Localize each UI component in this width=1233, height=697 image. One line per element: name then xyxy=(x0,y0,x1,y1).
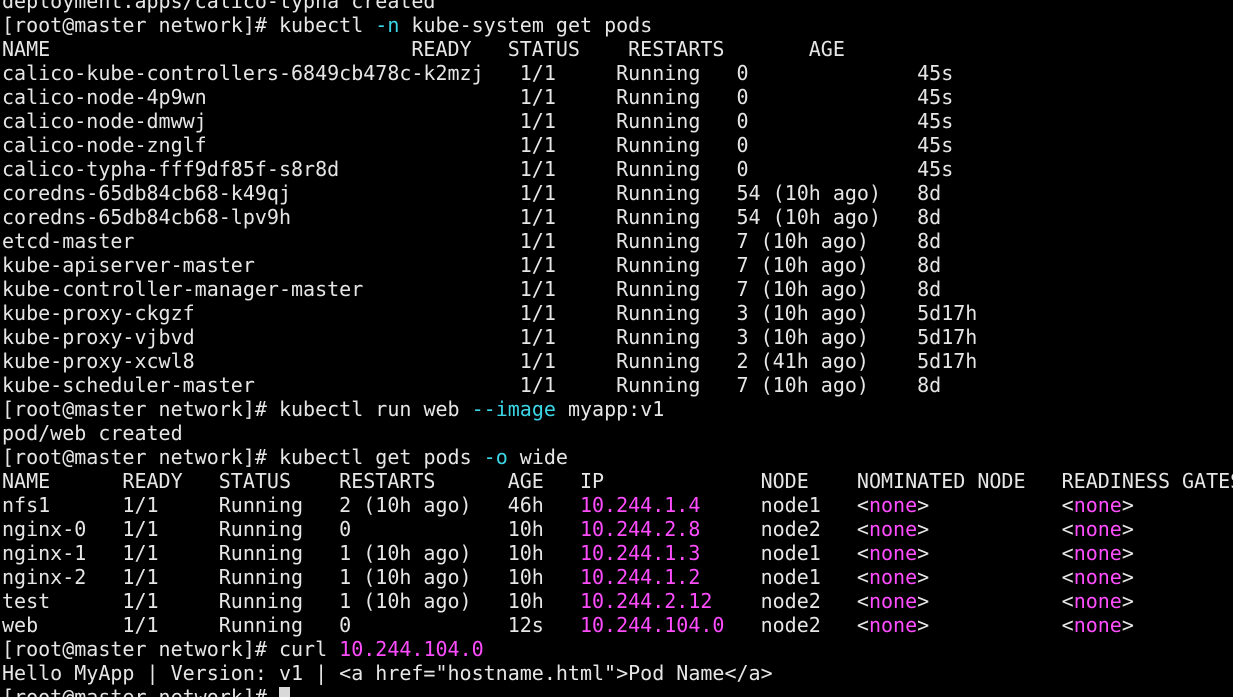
table-row: calico-node-znglf 1/1 Running 0 45s xyxy=(2,133,954,157)
nominated-node-value: none xyxy=(868,517,918,541)
table-row: kube-proxy-vjbvd 1/1 Running 3 (10h ago)… xyxy=(2,325,978,349)
table-row: calico-node-4p9wn 1/1 Running 0 45s xyxy=(2,85,954,109)
row-text: > < xyxy=(917,517,1074,541)
table-row: calico-typha-fff9df85f-s8r8d 1/1 Running… xyxy=(2,157,954,181)
command-line-run-web: [root@master network]# kubectl run web -… xyxy=(2,397,1233,421)
command-flag: -n xyxy=(375,13,400,37)
nominated-node-value: none xyxy=(868,613,918,637)
nominated-node-value: none xyxy=(868,493,918,517)
row-text: > < xyxy=(917,541,1074,565)
shell-prompt: [root@master network]# xyxy=(2,397,279,421)
row-text: web 1/1 Running 0 12s xyxy=(2,613,580,637)
readiness-gates-value: none xyxy=(1073,565,1122,589)
command-line-curl: [root@master network]# curl 10.244.104.0 xyxy=(2,637,1233,661)
command-text: kubectl run web xyxy=(278,397,472,421)
nominated-node-value: none xyxy=(868,589,918,613)
command-line-current[interactable]: [root@master network]# xyxy=(2,685,1233,697)
terminal-window[interactable]: deployment.apps/calico-typha created [ro… xyxy=(0,0,1233,697)
command-text: kubectl get pods xyxy=(278,445,484,469)
row-text: > < xyxy=(917,613,1074,637)
row-text: > xyxy=(1121,541,1134,565)
table-row: coredns-65db84cb68-k49qj 1/1 Running 54 … xyxy=(2,181,942,205)
command-text: wide xyxy=(507,445,568,469)
command-text: myapp:v1 xyxy=(555,397,665,421)
row-text: node2 < xyxy=(724,589,869,613)
readiness-gates-value: none xyxy=(1073,517,1122,541)
table-row: web 1/1 Running 0 12s 10.244.104.0 node2… xyxy=(2,613,1233,637)
command-flag: -o xyxy=(483,445,508,469)
terminal-output: deployment.apps/calico-typha created [ro… xyxy=(2,0,1233,697)
pod-ip: 10.244.2.8 xyxy=(579,517,725,541)
table-row: nfs1 1/1 Running 2 (10h ago) 46h 10.244.… xyxy=(2,493,1233,517)
table-row: calico-kube-controllers-6849cb478c-k2mzj… xyxy=(2,61,954,85)
pod-ip: 10.244.2.12 xyxy=(579,589,725,613)
row-text: > xyxy=(1121,493,1134,517)
table-header: NAME READY STATUS RESTARTS AGE IP NODE N… xyxy=(2,469,1233,493)
row-text: test 1/1 Running 1 (10h ago) 10h xyxy=(2,589,580,613)
table-header: NAME READY STATUS RESTARTS AGE xyxy=(2,37,845,61)
output-line-pod-created: pod/web created xyxy=(2,421,183,445)
readiness-gates-value: none xyxy=(1073,613,1122,637)
row-text: > < xyxy=(917,589,1074,613)
command-flag: --image xyxy=(471,397,556,421)
row-text: nginx-1 1/1 Running 1 (10h ago) 10h xyxy=(2,541,580,565)
row-text: > xyxy=(1121,565,1134,589)
row-text: > xyxy=(1121,517,1134,541)
shell-prompt: [root@master network]# xyxy=(2,13,279,37)
nominated-node-value: none xyxy=(868,565,918,589)
table-row: etcd-master 1/1 Running 7 (10h ago) 8d xyxy=(2,229,942,253)
shell-prompt: [root@master network]# xyxy=(2,685,279,697)
nominated-node-value: none xyxy=(868,541,918,565)
table-row: nginx-2 1/1 Running 1 (10h ago) 10h 10.2… xyxy=(2,565,1233,589)
row-text: > < xyxy=(917,493,1074,517)
row-text: node2 < xyxy=(724,613,869,637)
readiness-gates-value: none xyxy=(1073,493,1122,517)
command-text: curl xyxy=(278,637,340,661)
table-row: kube-proxy-xcwl8 1/1 Running 2 (41h ago)… xyxy=(2,349,978,373)
text-cursor[interactable] xyxy=(278,687,290,697)
row-text: nginx-2 1/1 Running 1 (10h ago) 10h xyxy=(2,565,580,589)
output-line-top: deployment.apps/calico-typha created xyxy=(2,0,436,13)
table-row: test 1/1 Running 1 (10h ago) 10h 10.244.… xyxy=(2,589,1233,613)
row-text: node1 < xyxy=(724,493,869,517)
command-text: kube-system get pods xyxy=(399,13,653,37)
table-row: nginx-1 1/1 Running 1 (10h ago) 10h 10.2… xyxy=(2,541,1233,565)
table-row: kube-scheduler-master 1/1 Running 7 (10h… xyxy=(2,373,942,397)
row-text: > < xyxy=(917,565,1074,589)
row-text: nginx-0 1/1 Running 0 10h xyxy=(2,517,580,541)
pod-ip: 10.244.1.2 xyxy=(579,565,725,589)
row-text: node2 < xyxy=(724,517,869,541)
shell-prompt: [root@master network]# xyxy=(2,637,279,661)
table-row: kube-apiserver-master 1/1 Running 7 (10h… xyxy=(2,253,942,277)
command-text: kubectl xyxy=(278,13,376,37)
readiness-gates-value: none xyxy=(1073,541,1122,565)
row-text: node1 < xyxy=(724,565,869,589)
command-line-get-pods-wide: [root@master network]# kubectl get pods … xyxy=(2,445,1233,469)
row-text: > xyxy=(1121,589,1134,613)
table-row: coredns-65db84cb68-lpv9h 1/1 Running 54 … xyxy=(2,205,942,229)
output-line-curl-response: Hello MyApp | Version: v1 | <a href="hos… xyxy=(2,661,773,685)
pod-ip: 10.244.1.4 xyxy=(579,493,725,517)
row-text: node1 < xyxy=(724,541,869,565)
table-row: kube-controller-manager-master 1/1 Runni… xyxy=(2,277,942,301)
row-text: > xyxy=(1121,613,1134,637)
shell-prompt: [root@master network]# xyxy=(2,445,279,469)
command-line-get-pods: [root@master network]# kubectl -n kube-s… xyxy=(2,13,1233,37)
row-text: nfs1 1/1 Running 2 (10h ago) 46h xyxy=(2,493,580,517)
curl-target-ip: 10.244.104.0 xyxy=(339,637,484,661)
readiness-gates-value: none xyxy=(1073,589,1122,613)
pod-ip: 10.244.104.0 xyxy=(579,613,725,637)
table-row: calico-node-dmwwj 1/1 Running 0 45s xyxy=(2,109,954,133)
table-row: nginx-0 1/1 Running 0 10h 10.244.2.8 nod… xyxy=(2,517,1233,541)
table-row: kube-proxy-ckgzf 1/1 Running 3 (10h ago)… xyxy=(2,301,978,325)
pod-ip: 10.244.1.3 xyxy=(579,541,725,565)
